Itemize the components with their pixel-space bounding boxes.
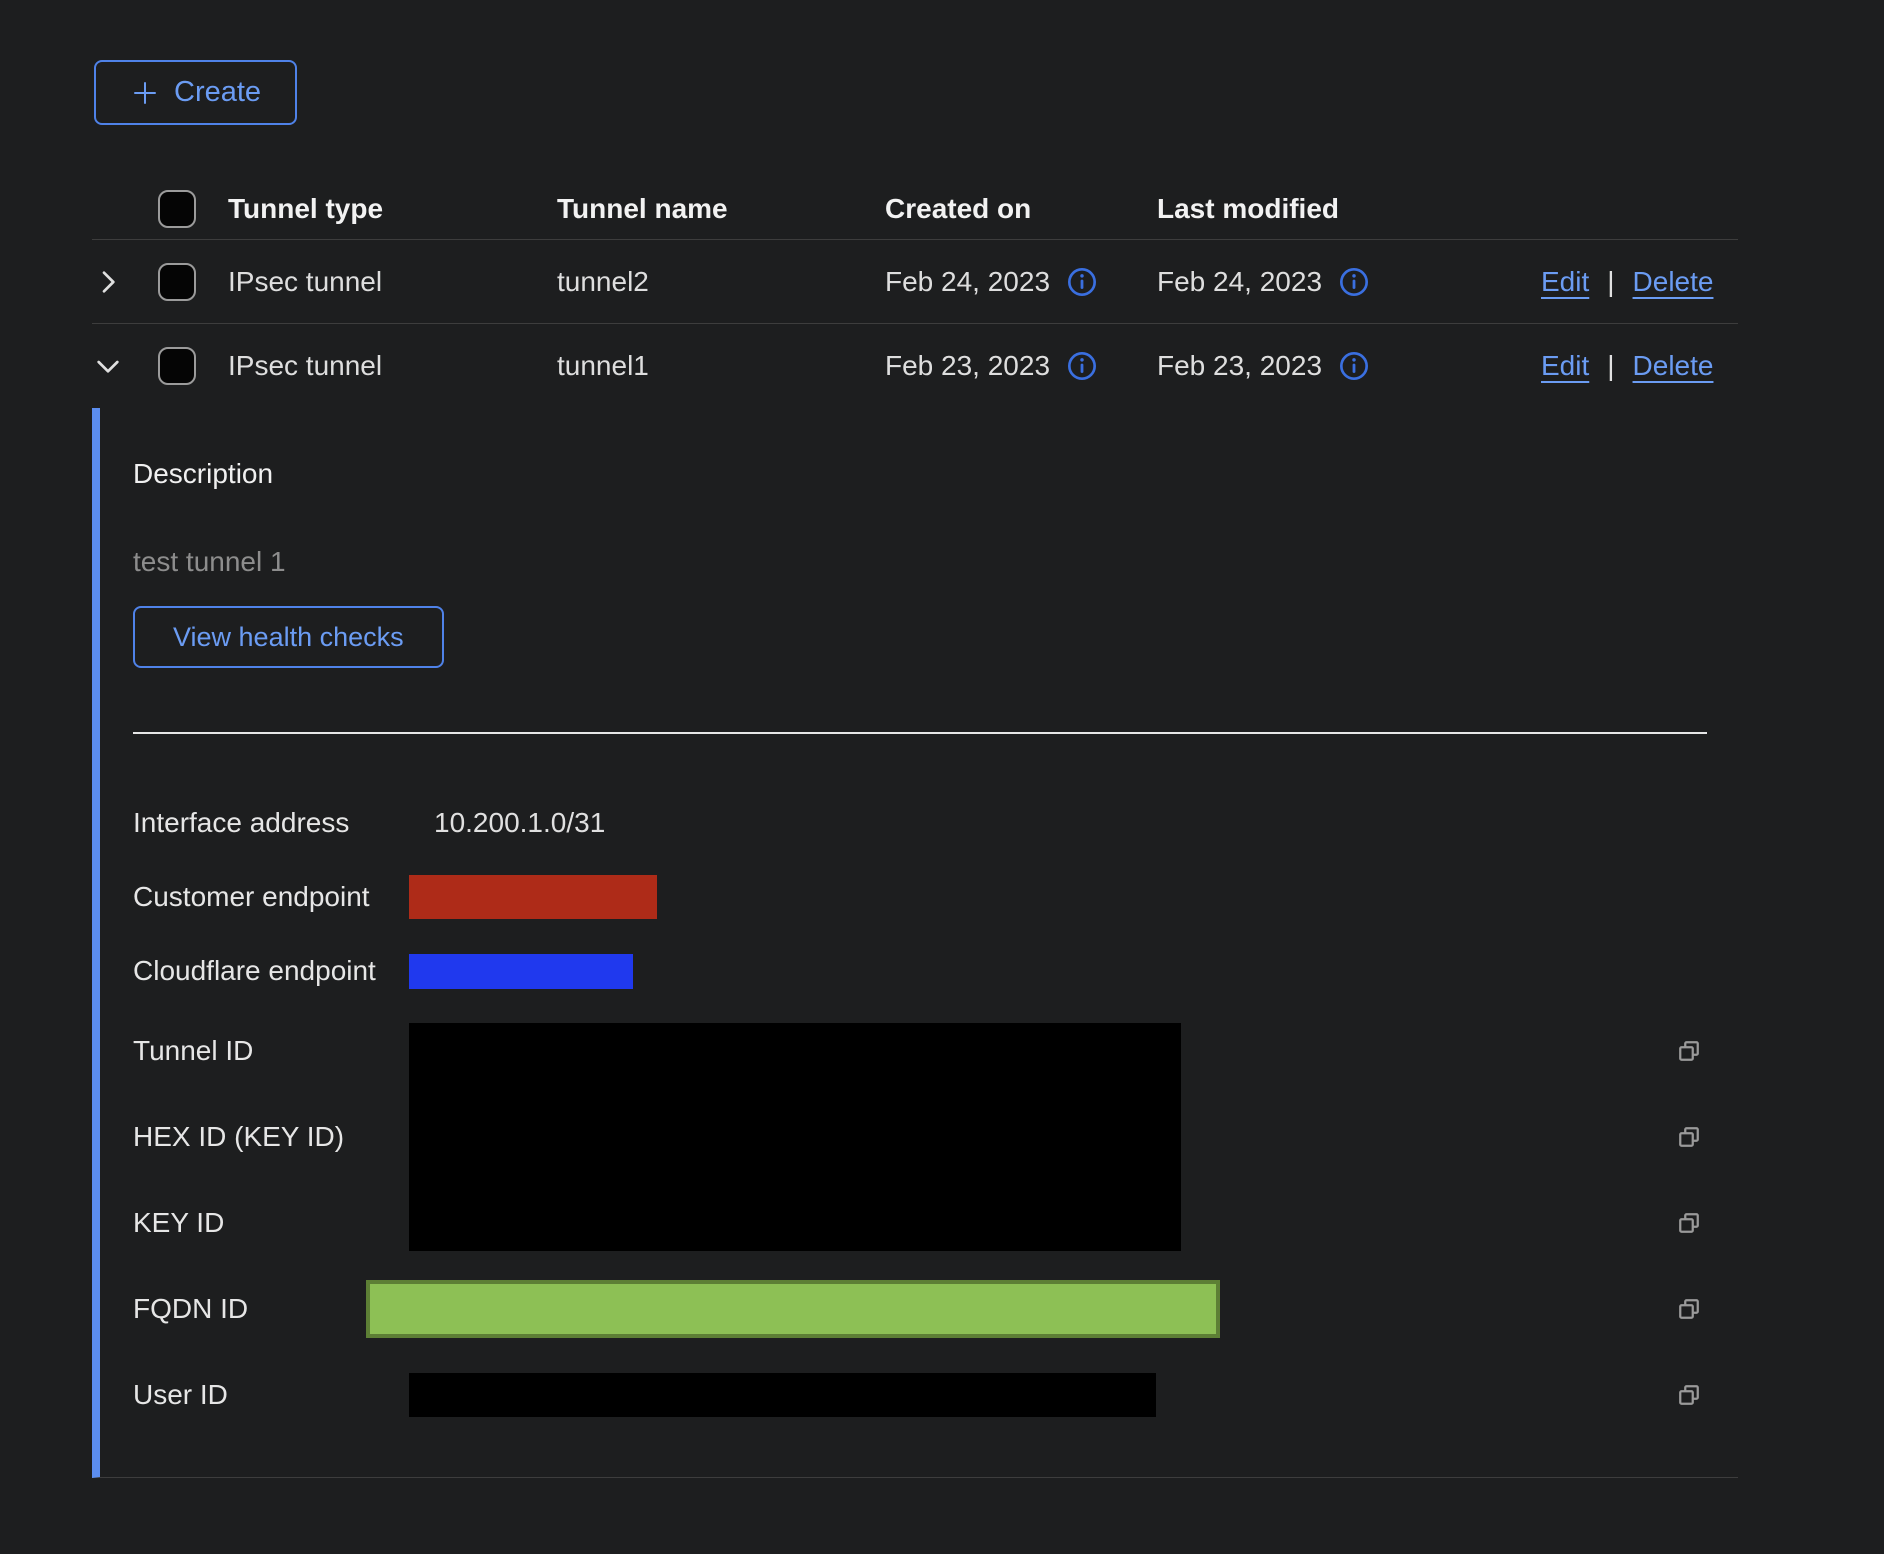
select-all-checkbox[interactable] [158,190,196,228]
info-icon[interactable] [1066,350,1098,382]
last-modified-value: Feb 23, 2023 [1157,350,1322,382]
field-label-interface-address: Interface address [133,807,409,839]
column-header-tunnel-type: Tunnel type [228,193,557,225]
info-icon[interactable] [1338,350,1370,382]
customer-endpoint-redacted-value [409,875,657,919]
divider [133,732,1707,734]
interface-address-value: 10.200.1.0/31 [409,807,1674,839]
user-id-redacted-value [409,1373,1156,1417]
fqdn-id-redacted-value [366,1280,1220,1338]
copy-icon[interactable] [1674,1036,1738,1066]
column-header-tunnel-name: Tunnel name [557,193,885,225]
copy-icon[interactable] [1674,1380,1738,1410]
table-row-tunnel1: IPsec tunnel tunnel1 Feb 23, 2023 Feb 23… [92,324,1738,408]
description-label: Description [133,458,1738,490]
row-checkbox[interactable] [158,347,196,385]
edit-link[interactable]: Edit [1541,350,1589,382]
copy-icon[interactable] [1674,1294,1738,1324]
info-icon[interactable] [1066,266,1098,298]
row-checkbox[interactable] [158,263,196,301]
collapse-chevron-down-icon[interactable] [92,350,124,382]
field-label-key-id: KEY ID [133,1207,409,1239]
copy-icon[interactable] [1674,1208,1738,1238]
field-label-cloudflare-endpoint: Cloudflare endpoint [133,955,409,987]
tunnels-table: Tunnel type Tunnel name Created on Last … [92,178,1738,1478]
created-on-value: Feb 23, 2023 [885,350,1050,382]
ipsec-tunnels-page: Create Tunnel type Tunnel name Created o… [0,0,1884,1554]
last-modified-value: Feb 24, 2023 [1157,266,1322,298]
table-row-tunnel2: IPsec tunnel tunnel2 Feb 24, 2023 Feb 24… [92,240,1738,324]
field-label-tunnel-id: Tunnel ID [133,1035,409,1067]
tunnel-name-cell: tunnel1 [557,350,885,382]
create-button[interactable]: Create [94,60,297,125]
expand-chevron-right-icon[interactable] [92,266,124,298]
table-header-row: Tunnel type Tunnel name Created on Last … [92,178,1738,240]
action-separator: | [1607,350,1614,382]
tunnel-name-cell: tunnel2 [557,266,885,298]
field-label-customer-endpoint: Customer endpoint [133,881,409,913]
plus-icon [130,78,160,108]
tunnel-detail-fields: Interface address 10.200.1.0/31 Customer… [133,786,1738,1438]
column-header-last-modified: Last modified [1157,193,1541,225]
field-label-user-id: User ID [133,1379,409,1411]
field-label-hex-id: HEX ID (KEY ID) [133,1121,409,1153]
edit-link[interactable]: Edit [1541,266,1589,298]
action-separator: | [1607,266,1614,298]
copy-icon[interactable] [1674,1122,1738,1152]
view-health-checks-button[interactable]: View health checks [133,606,444,668]
info-icon[interactable] [1338,266,1370,298]
description-value: test tunnel 1 [133,546,1738,578]
column-header-created-on: Created on [885,193,1157,225]
delete-link[interactable]: Delete [1633,266,1714,298]
tunnel1-detail-panel: Description test tunnel 1 View health ch… [92,408,1738,1478]
delete-link[interactable]: Delete [1633,350,1714,382]
tunnel-type-cell: IPsec tunnel [228,266,557,298]
created-on-value: Feb 24, 2023 [885,266,1050,298]
cloudflare-endpoint-redacted-value [409,954,633,989]
ids-redacted-value-block [409,1023,1181,1251]
tunnel-type-cell: IPsec tunnel [228,350,557,382]
create-button-label: Create [174,76,261,109]
